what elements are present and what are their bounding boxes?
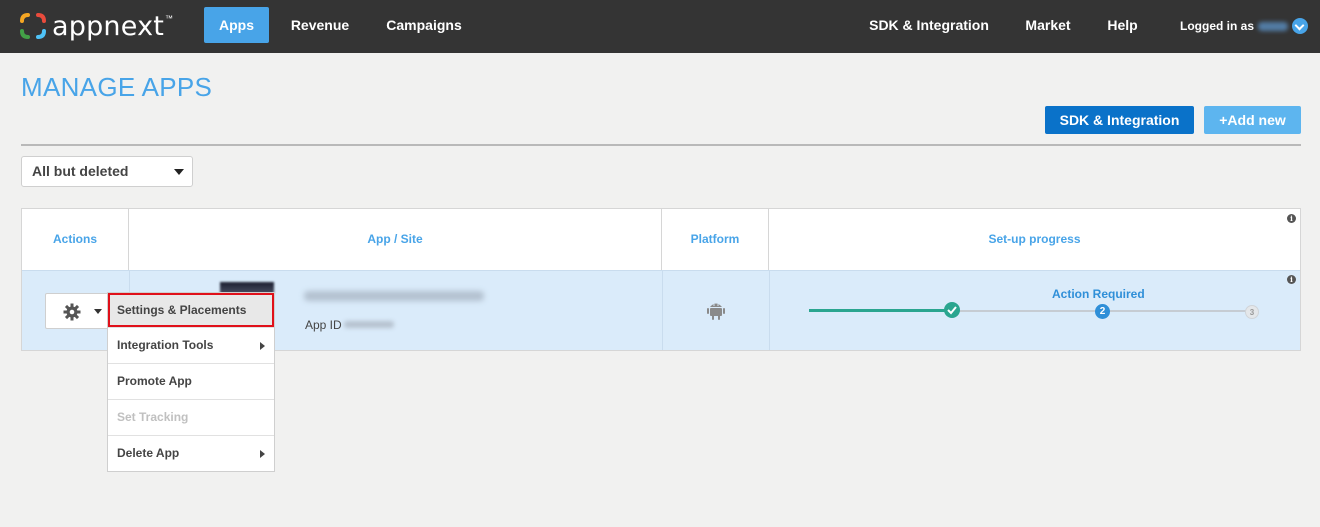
nav-revenue[interactable]: Revenue (282, 7, 358, 43)
app-id-label: App ID (305, 318, 342, 332)
menu-delete-app[interactable]: Delete App (108, 435, 274, 471)
status-filter-select[interactable]: All but deleted (21, 156, 193, 187)
header-app-site: App / Site (129, 209, 662, 270)
caret-down-icon (94, 309, 102, 314)
info-icon[interactable]: i (1287, 275, 1296, 284)
app-name-redacted (304, 291, 484, 301)
header-actions: Actions (22, 209, 129, 270)
step-current: 2 (1095, 304, 1110, 319)
menu-settings-placements[interactable]: Settings & Placements (108, 293, 274, 327)
gear-icon (63, 303, 81, 321)
appnext-logo[interactable]: appnext ™ (19, 10, 174, 42)
username-redacted (1258, 21, 1289, 31)
android-icon (707, 303, 725, 320)
user-menu[interactable]: Logged in as (1180, 16, 1309, 36)
logo-trademark: ™ (165, 13, 174, 23)
chevron-right-icon (260, 342, 265, 350)
row-actions-menu: Settings & Placements Integration Tools … (107, 292, 275, 472)
step-complete-check-icon (944, 302, 960, 318)
row-actions-button[interactable] (45, 293, 109, 329)
header-setup-progress: Set-up progress (988, 232, 1081, 246)
nav-sdk-integration[interactable]: SDK & Integration (862, 7, 996, 43)
progress-track-done (809, 309, 953, 312)
header-platform: Platform (662, 209, 769, 270)
nav-market[interactable]: Market (1018, 7, 1078, 43)
menu-item-label: Integration Tools (117, 338, 214, 352)
header-divider (21, 144, 1301, 146)
filter-value: All but deleted (32, 163, 129, 179)
logo-text: appnext (52, 10, 165, 42)
appnext-logo-icon (20, 13, 46, 39)
nav-help[interactable]: Help (1100, 7, 1145, 43)
top-nav: appnext ™ Apps Revenue Campaigns SDK & I… (0, 0, 1320, 53)
step-pending: 3 (1245, 305, 1259, 319)
add-new-button[interactable]: +Add new (1204, 106, 1301, 134)
cell-divider (769, 271, 770, 350)
page-title: MANAGE APPS (21, 72, 213, 102)
app-id-redacted (344, 321, 394, 328)
logged-in-label: Logged in as (1180, 19, 1255, 33)
caret-down-icon (174, 169, 184, 175)
menu-promote-app[interactable]: Promote App (108, 363, 274, 399)
cell-divider (662, 271, 663, 350)
chevron-down-icon[interactable] (1292, 18, 1309, 34)
menu-integration-tools[interactable]: Integration Tools (108, 327, 274, 363)
nav-campaigns[interactable]: Campaigns (376, 7, 472, 43)
menu-item-label: Delete App (117, 446, 180, 460)
nav-apps[interactable]: Apps (204, 7, 269, 43)
chevron-right-icon (260, 450, 265, 458)
sdk-integration-button[interactable]: SDK & Integration (1045, 106, 1194, 134)
menu-set-tracking: Set Tracking (108, 399, 274, 435)
progress-status: Action Required (1052, 287, 1145, 301)
info-icon[interactable]: i (1287, 214, 1296, 223)
